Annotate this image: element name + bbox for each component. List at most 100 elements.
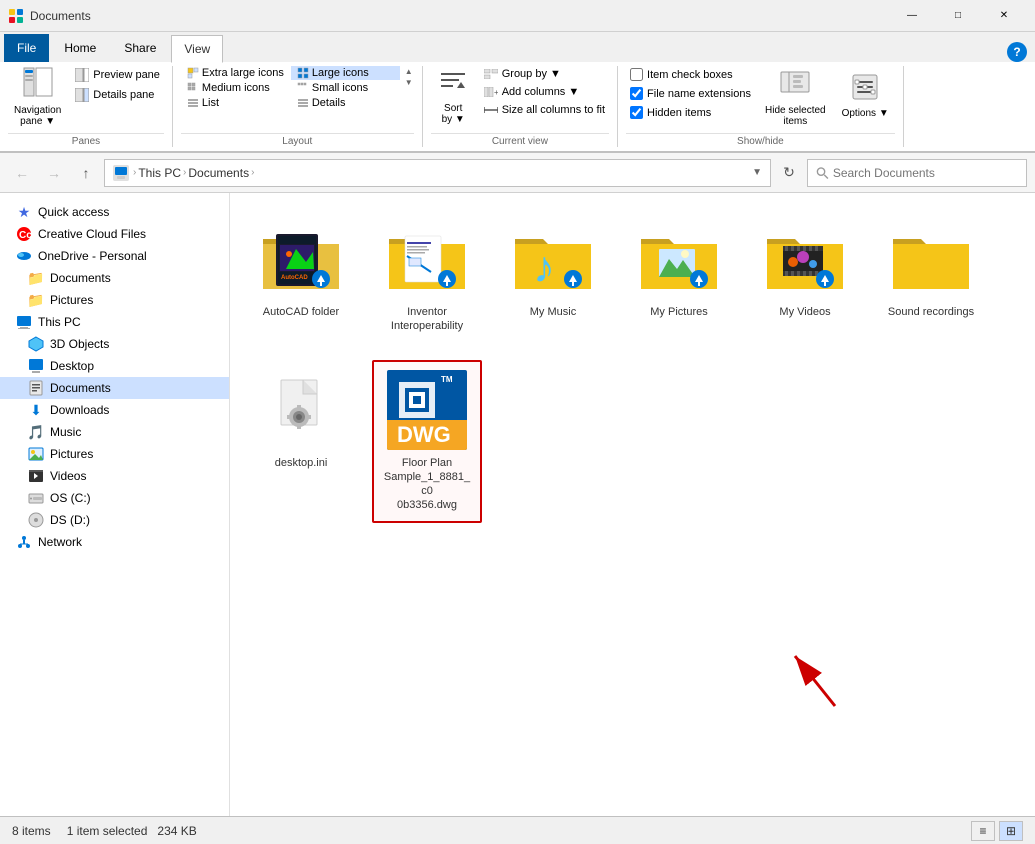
large-icons-option[interactable]: Large icons [291, 66, 400, 80]
svg-text:DWG: DWG [397, 422, 451, 447]
downloads-icon: ⬇ [28, 402, 44, 418]
preview-pane-button[interactable]: Preview pane [71, 66, 164, 84]
sidebar-item-creative-cloud[interactable]: Cc Creative Cloud Files [0, 223, 229, 245]
details-option[interactable]: Details [291, 96, 400, 110]
hidden-items-toggle[interactable]: Hidden items [626, 104, 755, 121]
sidebar-item-3d-objects[interactable]: 3D Objects [0, 333, 229, 355]
size-columns-button[interactable]: Size all columns to fit [480, 102, 609, 118]
back-button[interactable]: ← [8, 159, 36, 187]
network-icon [16, 534, 32, 550]
extra-large-icons-option[interactable]: Extra large icons [181, 66, 290, 80]
hide-selected-button[interactable]: Hide selecteditems [759, 66, 832, 126]
size-columns-label: Size all columns to fit [502, 104, 605, 116]
search-bar[interactable] [807, 159, 1027, 187]
svg-text:TM: TM [441, 375, 453, 384]
pane-toggles: Preview pane Details pane [71, 66, 164, 104]
layout-scroll-up[interactable]: ▲ [404, 66, 414, 77]
help-button[interactable]: ? [1007, 42, 1027, 62]
sidebar-item-music[interactable]: 🎵 Music [0, 421, 229, 443]
sidebar-item-this-pc[interactable]: This PC [0, 311, 229, 333]
file-grid: AutoCAD AutoCAD folder [246, 209, 1019, 523]
main-area: ★ Quick access Cc Creative Cloud Files O… [0, 193, 1035, 816]
autocad-label: AutoCAD folder [263, 305, 339, 319]
file-item-desktop-ini[interactable]: desktop.ini [246, 360, 356, 523]
file-item-autocad[interactable]: AutoCAD AutoCAD folder [246, 209, 356, 344]
list-option[interactable]: List [181, 96, 290, 110]
annotation-arrow [775, 636, 855, 716]
my-music-label: My Music [530, 305, 576, 319]
sidebar-item-ds-d[interactable]: DS (D:) [0, 509, 229, 531]
file-name-ext-toggle[interactable]: File name extensions [626, 85, 755, 102]
onedrive-pics-label: Pictures [50, 293, 93, 307]
medium-icons-option[interactable]: Medium icons [181, 81, 290, 95]
details-view-toggle[interactable]: ≡ [971, 821, 995, 841]
ribbon: File Home Share View ? [0, 32, 1035, 153]
address-dropdown[interactable]: ▼ [752, 167, 762, 178]
add-columns-button[interactable]: + Add columns ▼ [480, 84, 609, 100]
group-by-button[interactable]: Group by ▼ [480, 66, 609, 82]
address-this-pc[interactable]: This PC [138, 166, 181, 180]
videos-label: Videos [50, 469, 86, 483]
current-view-items: Sortby ▼ Group by ▼ + Add columns ▼ Size… [431, 66, 609, 133]
tab-home[interactable]: Home [51, 34, 109, 62]
file-name-ext-label: File name extensions [647, 88, 751, 100]
ribbon-group-show-hide: Item check boxes File name extensions Hi… [618, 66, 904, 147]
forward-button[interactable]: → [40, 159, 68, 187]
item-count: 8 items [12, 824, 51, 838]
file-item-floor-plan[interactable]: TM DWG Floor PlanSample_1_8881_c00b3356.… [372, 360, 482, 523]
layout-scroll-down[interactable]: ▼ [404, 77, 414, 88]
tab-view[interactable]: View [171, 35, 223, 63]
sidebar-item-onedrive-documents[interactable]: 📁 Documents [0, 267, 229, 289]
sidebar-item-onedrive[interactable]: OneDrive - Personal [0, 245, 229, 267]
hidden-items-checkbox[interactable] [630, 106, 643, 119]
sidebar-item-videos[interactable]: Videos [0, 465, 229, 487]
sidebar-item-pictures[interactable]: Pictures [0, 443, 229, 465]
search-input[interactable] [833, 166, 1018, 180]
sidebar-item-downloads[interactable]: ⬇ Downloads [0, 399, 229, 421]
pictures-label: Pictures [50, 447, 93, 461]
options-button[interactable]: Options ▼ [836, 66, 895, 126]
sidebar-item-quick-access[interactable]: ★ Quick access [0, 201, 229, 223]
sidebar-item-os-c[interactable]: OS (C:) [0, 487, 229, 509]
file-item-my-pictures[interactable]: My Pictures [624, 209, 734, 344]
panes-items: Navigationpane ▼ Preview pane Details pa… [8, 66, 164, 133]
file-item-my-music[interactable]: ♪ My Music [498, 209, 608, 344]
large-icon-view-toggle[interactable]: ⊞ [999, 821, 1023, 841]
sidebar-item-onedrive-pictures[interactable]: 📁 Pictures [0, 289, 229, 311]
ribbon-tabs: File Home Share View ? [0, 32, 1035, 62]
item-check-boxes-checkbox[interactable] [630, 68, 643, 81]
sidebar-item-network[interactable]: Network [0, 531, 229, 553]
file-name-ext-checkbox[interactable] [630, 87, 643, 100]
address-arrow-left: › [133, 167, 136, 178]
hidden-items-label: Hidden items [647, 107, 711, 119]
file-item-my-videos[interactable]: My Videos [750, 209, 860, 344]
sidebar-item-desktop[interactable]: Desktop [0, 355, 229, 377]
inventor-icon [387, 219, 467, 299]
onedrive-icon [16, 248, 32, 264]
ds-d-label: DS (D:) [50, 513, 90, 527]
small-icons-option[interactable]: Small icons [291, 81, 400, 95]
details-pane-button[interactable]: Details pane [71, 86, 164, 104]
up-button[interactable]: ↑ [72, 159, 100, 187]
inventor-label: InventorInteroperability [391, 305, 463, 334]
sort-by-button[interactable]: Sortby ▼ [431, 66, 476, 126]
address-bar[interactable]: › This PC › Documents › ▼ [104, 159, 771, 187]
item-check-boxes-toggle[interactable]: Item check boxes [626, 66, 755, 83]
maximize-button[interactable]: □ [935, 0, 981, 32]
file-item-inventor[interactable]: InventorInteroperability [372, 209, 482, 344]
this-pc-icon [16, 314, 32, 330]
sidebar-item-documents[interactable]: Documents [0, 377, 229, 399]
refresh-button[interactable]: ↻ [775, 159, 803, 187]
close-button[interactable]: ✕ [981, 0, 1027, 32]
navigation-pane-button[interactable]: Navigationpane ▼ [8, 66, 67, 126]
sound-recordings-label: Sound recordings [888, 305, 974, 319]
tab-share[interactable]: Share [111, 34, 169, 62]
my-pictures-icon [639, 219, 719, 299]
file-item-sound-recordings[interactable]: Sound recordings [876, 209, 986, 344]
quick-access-icon: ★ [16, 204, 32, 220]
ds-d-icon [28, 512, 44, 528]
tab-file[interactable]: File [4, 34, 49, 62]
minimize-button[interactable]: — [889, 0, 935, 32]
address-documents[interactable]: Documents [188, 166, 249, 180]
show-hide-group-label: Show/hide [626, 133, 895, 147]
